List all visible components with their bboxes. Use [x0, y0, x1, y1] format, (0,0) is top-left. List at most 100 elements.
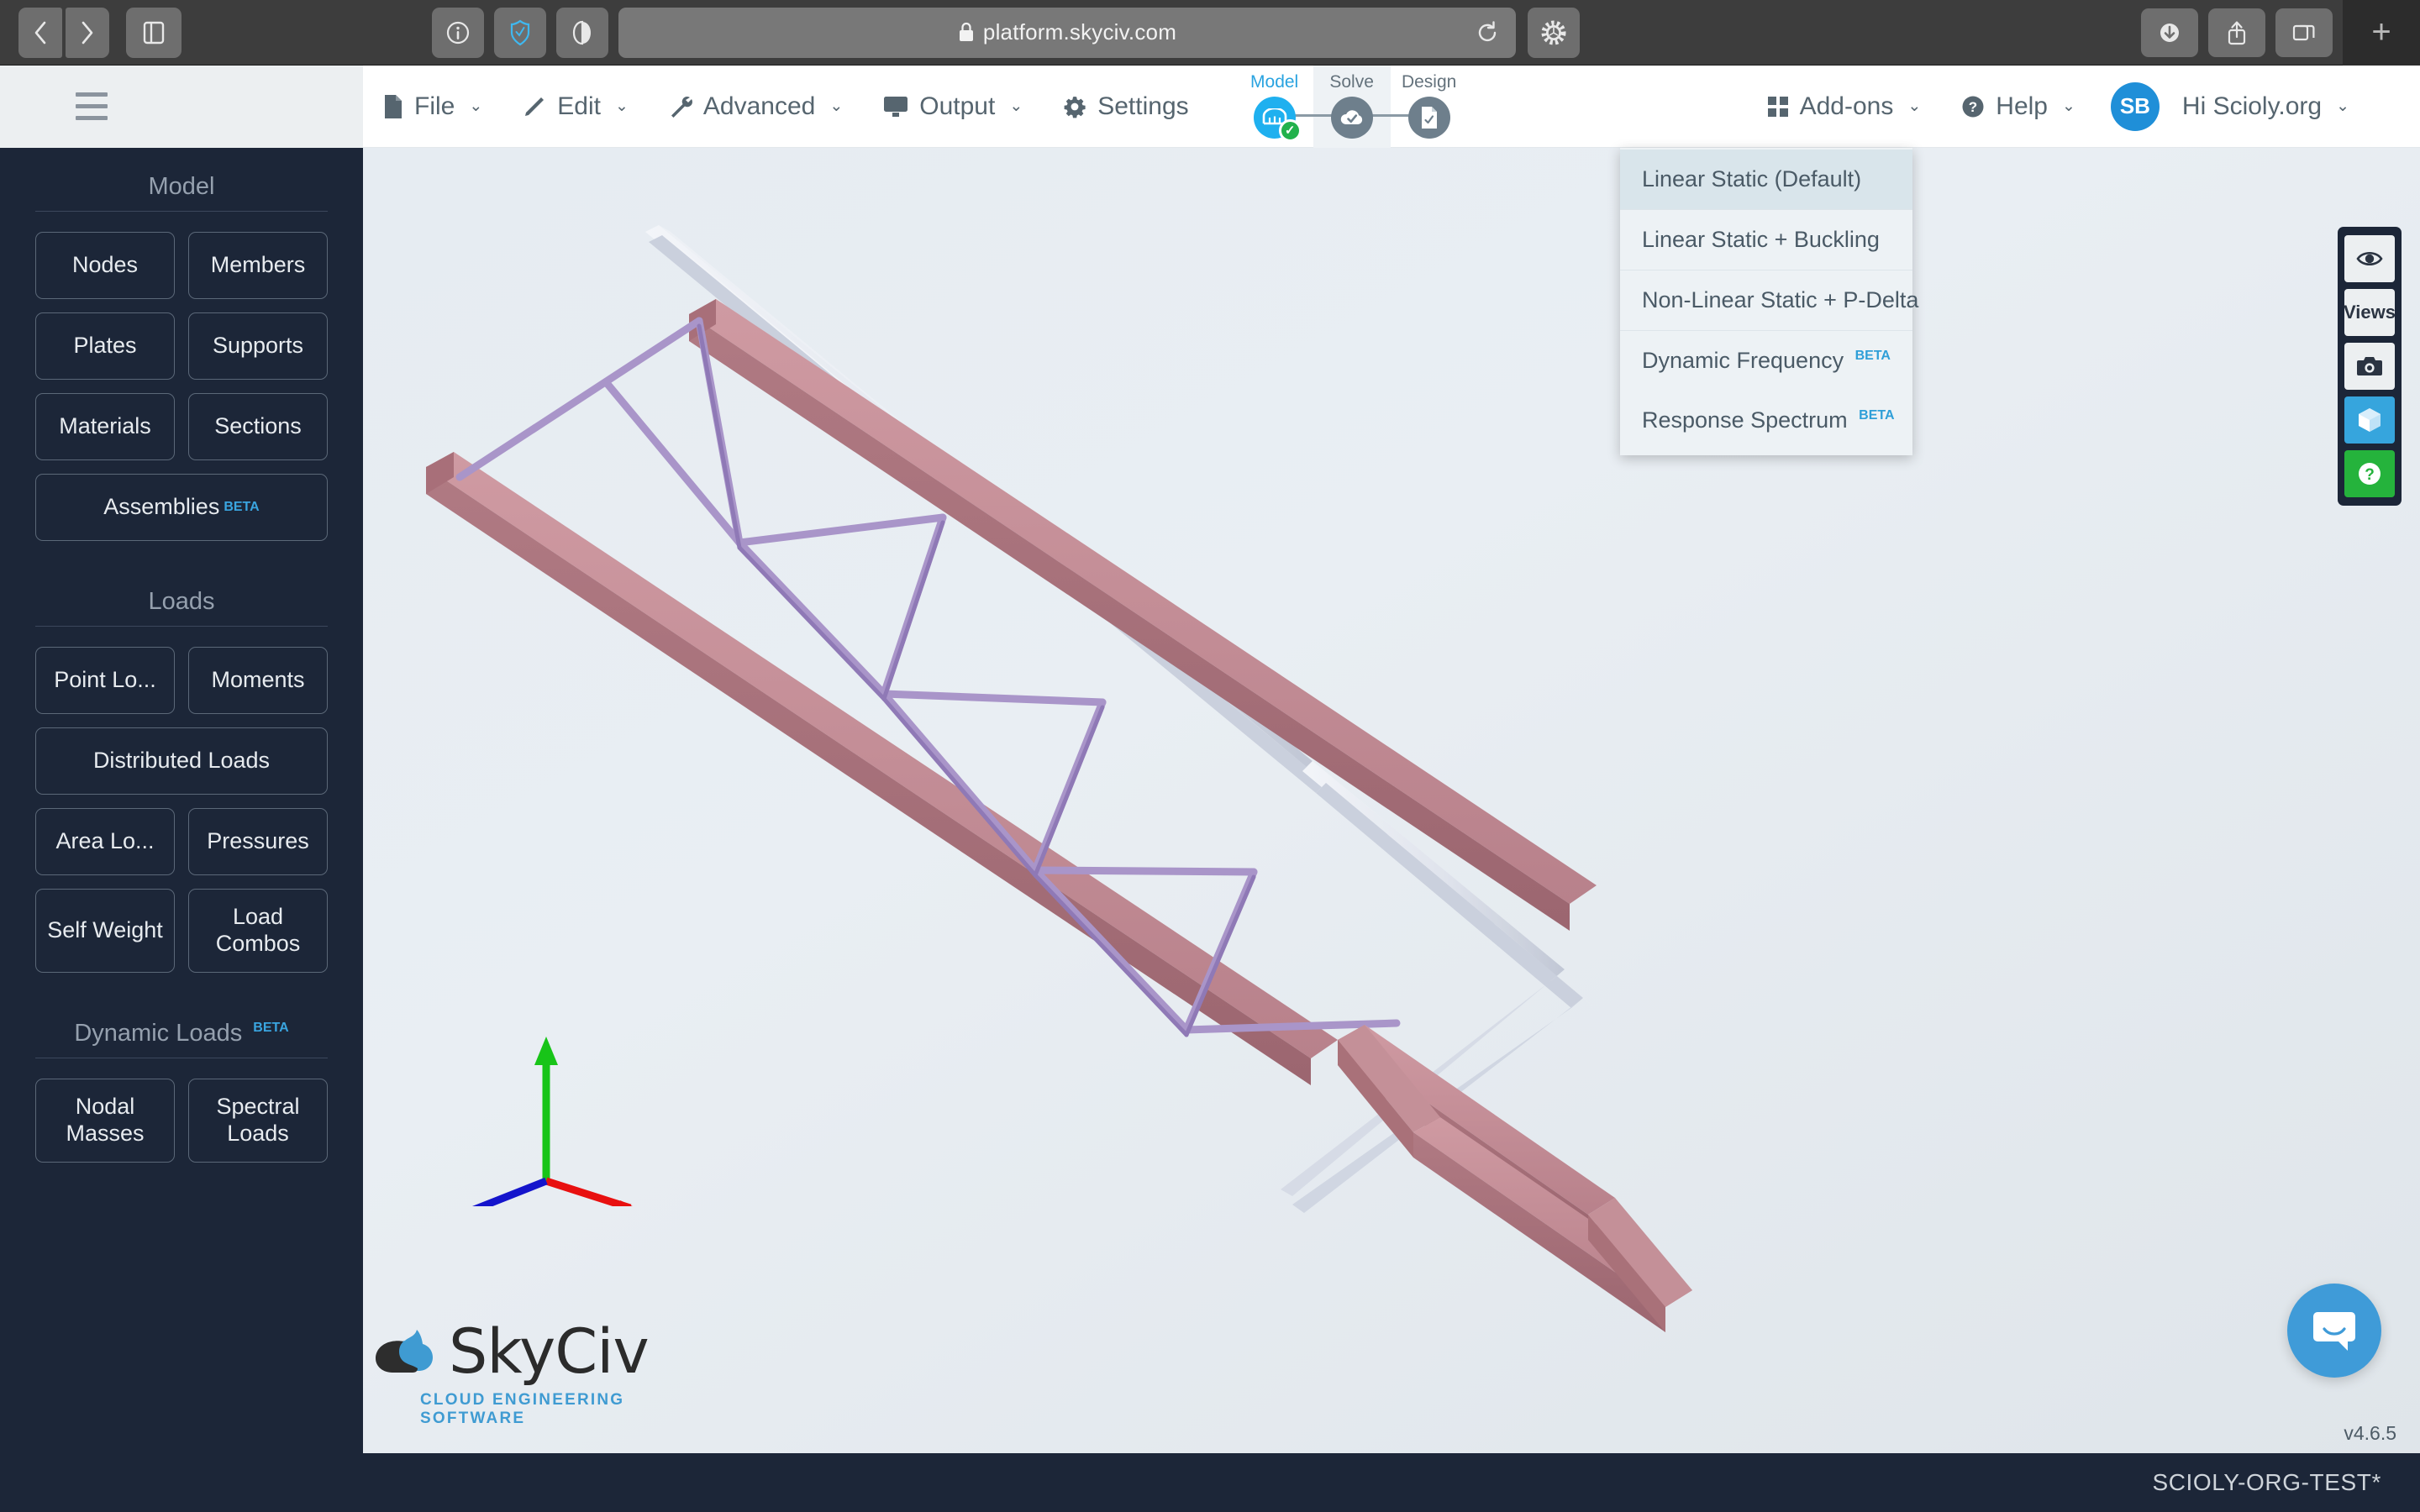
skyciv-cloud-icon	[376, 1329, 433, 1373]
dropdown-item-label: Linear Static (Default)	[1642, 166, 1862, 192]
tab-overview-button[interactable]	[2275, 8, 2333, 57]
sidebar-item-label: Load Combos	[215, 904, 301, 956]
z-axis-arrow	[471, 1177, 548, 1206]
sidebar-item-pressures[interactable]: Pressures	[188, 808, 328, 875]
views-button[interactable]: Views	[2344, 289, 2396, 336]
sidebar-item-nodal-masses[interactable]: Nodal Masses	[35, 1079, 175, 1163]
sidebar-item-materials[interactable]: Materials	[35, 393, 175, 460]
sidebar-group-dynamic-loads: Nodal Masses Spectral Loads	[0, 1058, 363, 1163]
sidebar-item-sections[interactable]: Sections	[188, 393, 328, 460]
sidebar-toggle-button[interactable]	[126, 7, 182, 58]
browser-page-tools	[432, 7, 608, 58]
step-circle-solve[interactable]	[1330, 96, 1373, 139]
section-title-text: Model	[148, 173, 215, 200]
dropdown-item-dynamic-frequency[interactable]: Dynamic Frequency BETA	[1620, 331, 1912, 391]
step-solve[interactable]: Solve	[1313, 65, 1391, 148]
sidebar-item-label: Moments	[211, 667, 305, 693]
sidebar-item-area-loads[interactable]: Area Lo...	[35, 808, 175, 875]
hamburger-menu-icon[interactable]	[76, 92, 108, 120]
menu-item-label: Add-ons	[1799, 92, 1894, 120]
extension-gear-button[interactable]	[1528, 7, 1580, 58]
question-icon: ?	[2359, 463, 2381, 485]
reload-button[interactable]	[1467, 13, 1507, 53]
screenshot-button[interactable]	[2344, 343, 2395, 390]
sidebar-item-label: Supports	[212, 333, 304, 359]
sidebar-item-point-loads[interactable]: Point Lo...	[35, 647, 175, 714]
step-design[interactable]: Design	[1391, 66, 1468, 139]
help-button[interactable]: ?	[2344, 450, 2395, 497]
solve-dropdown-menu[interactable]: Linear Static (Default) Linear Static + …	[1620, 148, 1918, 455]
solver-progress-steps: Model ✓ Solve Design	[1236, 65, 1468, 148]
privacy-shield-button[interactable]	[494, 7, 546, 58]
axis-gizmo	[471, 1037, 633, 1206]
sidebar-item-distributed-loads[interactable]: Distributed Loads	[35, 727, 328, 795]
sidebar-item-self-weight[interactable]: Self Weight	[35, 889, 175, 973]
question-circle-icon: ?	[1961, 95, 1985, 118]
menu-item-help[interactable]: ? Help ⌄	[1941, 66, 2096, 148]
file-icon	[383, 94, 403, 119]
user-account-menu[interactable]: SB Hi Scioly.org ⌄	[2096, 66, 2370, 148]
chevron-down-icon: ⌄	[829, 97, 844, 115]
menu-item-file[interactable]: File ⌄	[363, 66, 502, 148]
chat-bubble-button[interactable]	[2287, 1284, 2381, 1378]
download-icon	[2160, 23, 2179, 42]
menu-item-label: Advanced	[702, 92, 816, 120]
end-frame	[1338, 1025, 1692, 1332]
menu-item-output[interactable]: Output ⌄	[863, 66, 1043, 148]
sidebar-item-label: Point Lo...	[54, 667, 156, 693]
reader-mode-icon	[572, 20, 591, 45]
browser-nav-group	[18, 7, 109, 58]
sidebar-item-label: Spectral Loads	[216, 1094, 300, 1146]
dropdown-item-label: Linear Static + Buckling	[1642, 227, 1880, 252]
chevron-down-icon: ⌄	[2061, 97, 2075, 115]
share-button[interactable]	[2208, 8, 2265, 57]
visibility-toggle-button[interactable]	[2344, 235, 2395, 282]
chevron-down-icon: ⌄	[614, 97, 629, 115]
sidebar-item-spectral-loads[interactable]: Spectral Loads	[188, 1079, 328, 1163]
left-sidebar: Model Nodes Members Plates Supports Mate…	[0, 148, 363, 1512]
step-label: Solve	[1329, 71, 1374, 92]
sidebar-section-title-model: Model	[35, 173, 328, 212]
sidebar-item-label: Members	[210, 252, 306, 278]
sidebar-item-supports[interactable]: Supports	[188, 312, 328, 380]
dropdown-item-response-spectrum[interactable]: Response Spectrum BETA	[1620, 391, 1912, 450]
model-viewport[interactable]: SkyCiv CLOUD ENGINEERING SOFTWARE Views	[363, 148, 2420, 1453]
dropdown-item-nonlinear-static-pdelta[interactable]: Non-Linear Static + P-Delta	[1620, 270, 1918, 331]
step-circle-model[interactable]: ✓	[1253, 96, 1302, 142]
y-axis-arrow	[534, 1037, 558, 1181]
sidebar-header-zone	[0, 65, 363, 148]
sidebar-item-plates[interactable]: Plates	[35, 312, 175, 380]
sidebar-item-nodes[interactable]: Nodes	[35, 232, 175, 299]
menu-item-addons[interactable]: Add-ons ⌄	[1747, 66, 1942, 148]
dropdown-item-linear-static-buckling[interactable]: Linear Static + Buckling	[1620, 210, 1912, 270]
page-info-button[interactable]	[432, 7, 484, 58]
step-model[interactable]: Model ✓	[1236, 66, 1313, 142]
sidebar-item-assemblies[interactable]: Assemblies BETA	[35, 474, 328, 541]
sidebar-item-label: Nodal Masses	[66, 1094, 145, 1146]
menu-item-label: Help	[1996, 92, 2048, 120]
browser-back-button[interactable]	[18, 7, 62, 58]
dropdown-item-label: Non-Linear Static + P-Delta	[1642, 287, 1919, 312]
browser-chrome: platform.skyciv.com +	[0, 0, 2420, 66]
menu-item-advanced[interactable]: Advanced ⌄	[649, 66, 863, 148]
sidebar-item-moments[interactable]: Moments	[188, 647, 328, 714]
step-label: Model	[1250, 71, 1299, 92]
app-header: File ⌄ Edit ⌄ Advanced ⌄ Output ⌄ Settin…	[0, 65, 2420, 148]
sidebar-item-members[interactable]: Members	[188, 232, 328, 299]
menu-item-settings[interactable]: Settings	[1043, 66, 1208, 148]
step-label: Design	[1401, 71, 1457, 92]
step-circle-design[interactable]	[1407, 96, 1450, 139]
dropdown-item-linear-static[interactable]: Linear Static (Default)	[1620, 150, 1912, 210]
sidebar-item-label: Plates	[73, 333, 137, 359]
menu-item-edit[interactable]: Edit ⌄	[502, 66, 649, 148]
render-3d-button[interactable]	[2344, 396, 2395, 444]
new-tab-button[interactable]: +	[2343, 0, 2420, 66]
reader-mode-button[interactable]	[556, 7, 608, 58]
downloads-button[interactable]	[2141, 8, 2198, 57]
sidebar-item-load-combos[interactable]: Load Combos	[188, 889, 328, 973]
browser-forward-button[interactable]	[66, 7, 109, 58]
sidebar-item-label: Pressures	[207, 828, 309, 854]
address-bar[interactable]: platform.skyciv.com	[618, 7, 1516, 58]
browser-right-tools: +	[2141, 0, 2420, 66]
extension-gear-icon	[1541, 20, 1566, 45]
